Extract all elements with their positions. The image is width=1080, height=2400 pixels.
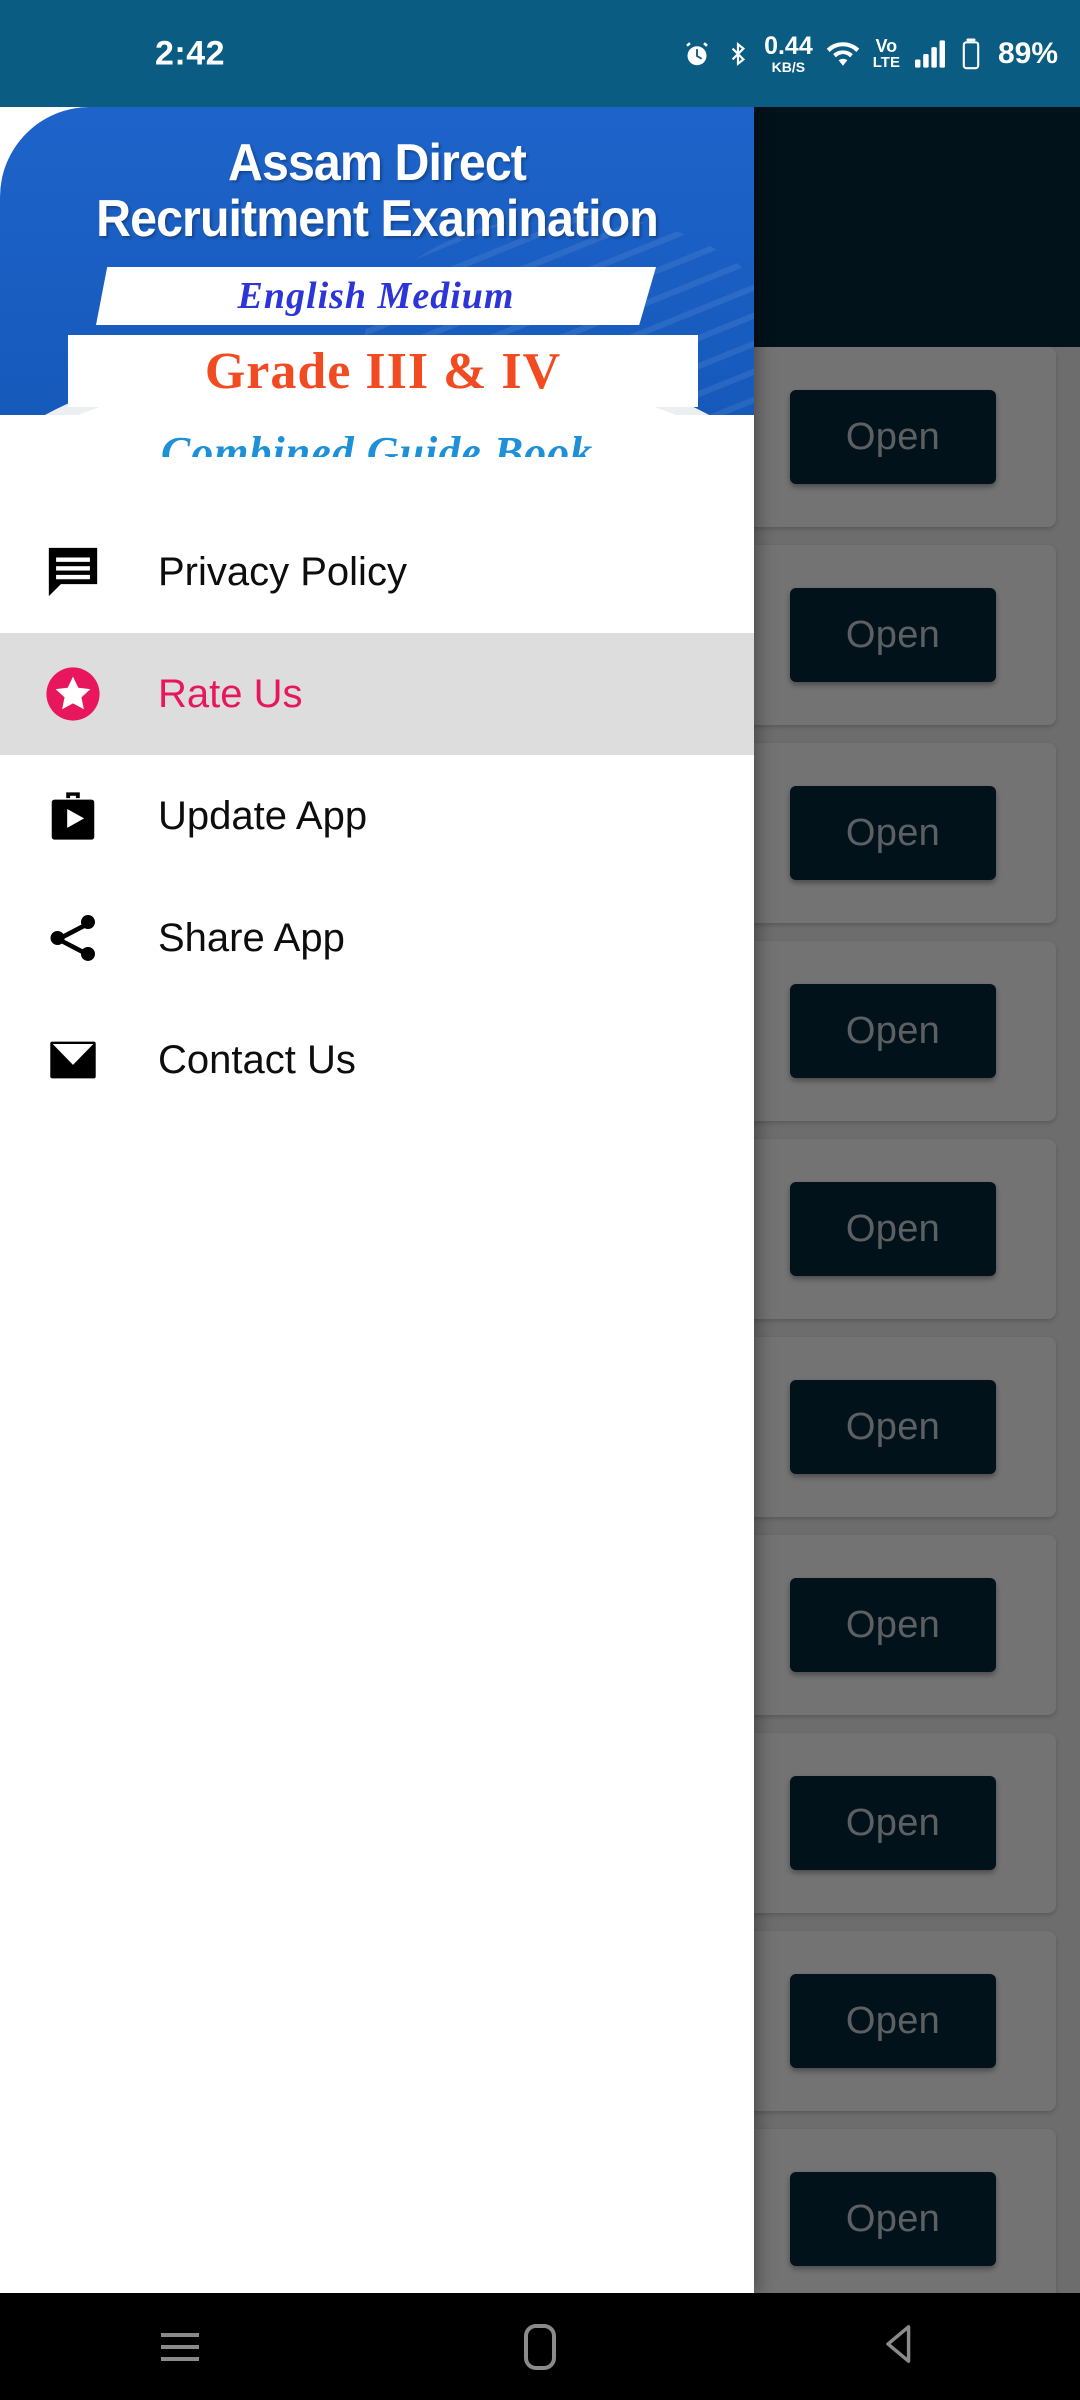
banner-title-line1: Assam Direct	[228, 134, 527, 192]
battery-icon	[960, 38, 982, 70]
status-bar-icons: 0.44 KB/S Vo LTE 89%	[682, 31, 1058, 75]
menu-item-label: Share App	[158, 915, 345, 960]
system-navigation-bar	[0, 2293, 1080, 2400]
bluetooth-icon	[725, 39, 751, 69]
wifi-icon	[826, 40, 860, 68]
comment-lines-icon	[40, 539, 106, 605]
recents-button[interactable]	[110, 2293, 250, 2400]
drawer-header: Assam Direct Recruitment Examination Eng…	[0, 107, 754, 457]
recents-icon	[161, 2332, 199, 2361]
home-button[interactable]	[470, 2293, 610, 2400]
status-bar: 2:42 0.44 KB/S Vo LTE 89%	[0, 0, 1080, 107]
network-speed-indicator: 0.44 KB/S	[764, 31, 813, 75]
back-button[interactable]	[830, 2293, 970, 2400]
battery-percent-label: 89%	[997, 36, 1058, 70]
ribbon-english-medium: English Medium	[96, 267, 656, 325]
menu-item-share-app[interactable]: Share App	[0, 877, 754, 999]
alarm-icon	[682, 39, 712, 69]
volte-top-text: Vo	[875, 36, 898, 56]
star-circle-icon	[40, 661, 106, 727]
ribbon-grade: Grade III & IV	[68, 335, 698, 407]
share-icon	[40, 905, 106, 971]
banner-title-line2: Recruitment Examination	[96, 190, 659, 249]
menu-item-rate-us[interactable]: Rate Us	[0, 633, 754, 755]
envelope-icon	[40, 1027, 106, 1093]
banner-title: Assam Direct Recruitment Examination	[26, 135, 727, 247]
menu-item-label: Rate Us	[158, 671, 303, 716]
menu-item-label: Contact Us	[158, 1037, 356, 1082]
network-speed-unit: KB/S	[771, 58, 806, 75]
signal-icon	[913, 39, 947, 69]
home-icon	[524, 2323, 556, 2370]
back-icon	[879, 2320, 921, 2373]
status-bar-clock: 2:42	[155, 34, 226, 72]
banner-subtitle: Combined Guide Book	[160, 428, 594, 457]
phone-screen: OpenOpenOpenOpenOpenOpenOpenOpenOpenOpen…	[0, 0, 1080, 2400]
menu-item-contact-us[interactable]: Contact Us	[0, 999, 754, 1121]
volte-bottom-text: LTE	[872, 54, 900, 71]
ribbon-medium-text: English Medium	[237, 275, 515, 317]
network-speed-value: 0.44	[764, 31, 813, 60]
menu-item-label: Privacy Policy	[158, 549, 407, 594]
menu-item-update-app[interactable]: Update App	[0, 755, 754, 877]
menu-item-privacy-policy[interactable]: Privacy Policy	[0, 511, 754, 633]
menu-item-label: Update App	[158, 793, 368, 838]
navigation-drawer: Assam Direct Recruitment Examination Eng…	[0, 107, 754, 2293]
play-store-bag-icon	[40, 783, 106, 849]
volte-icon: Vo LTE	[873, 37, 900, 70]
ribbon-grade-text: Grade III & IV	[204, 342, 562, 400]
drawer-menu: Privacy Policy Rate Us Update App Share …	[0, 511, 754, 1121]
